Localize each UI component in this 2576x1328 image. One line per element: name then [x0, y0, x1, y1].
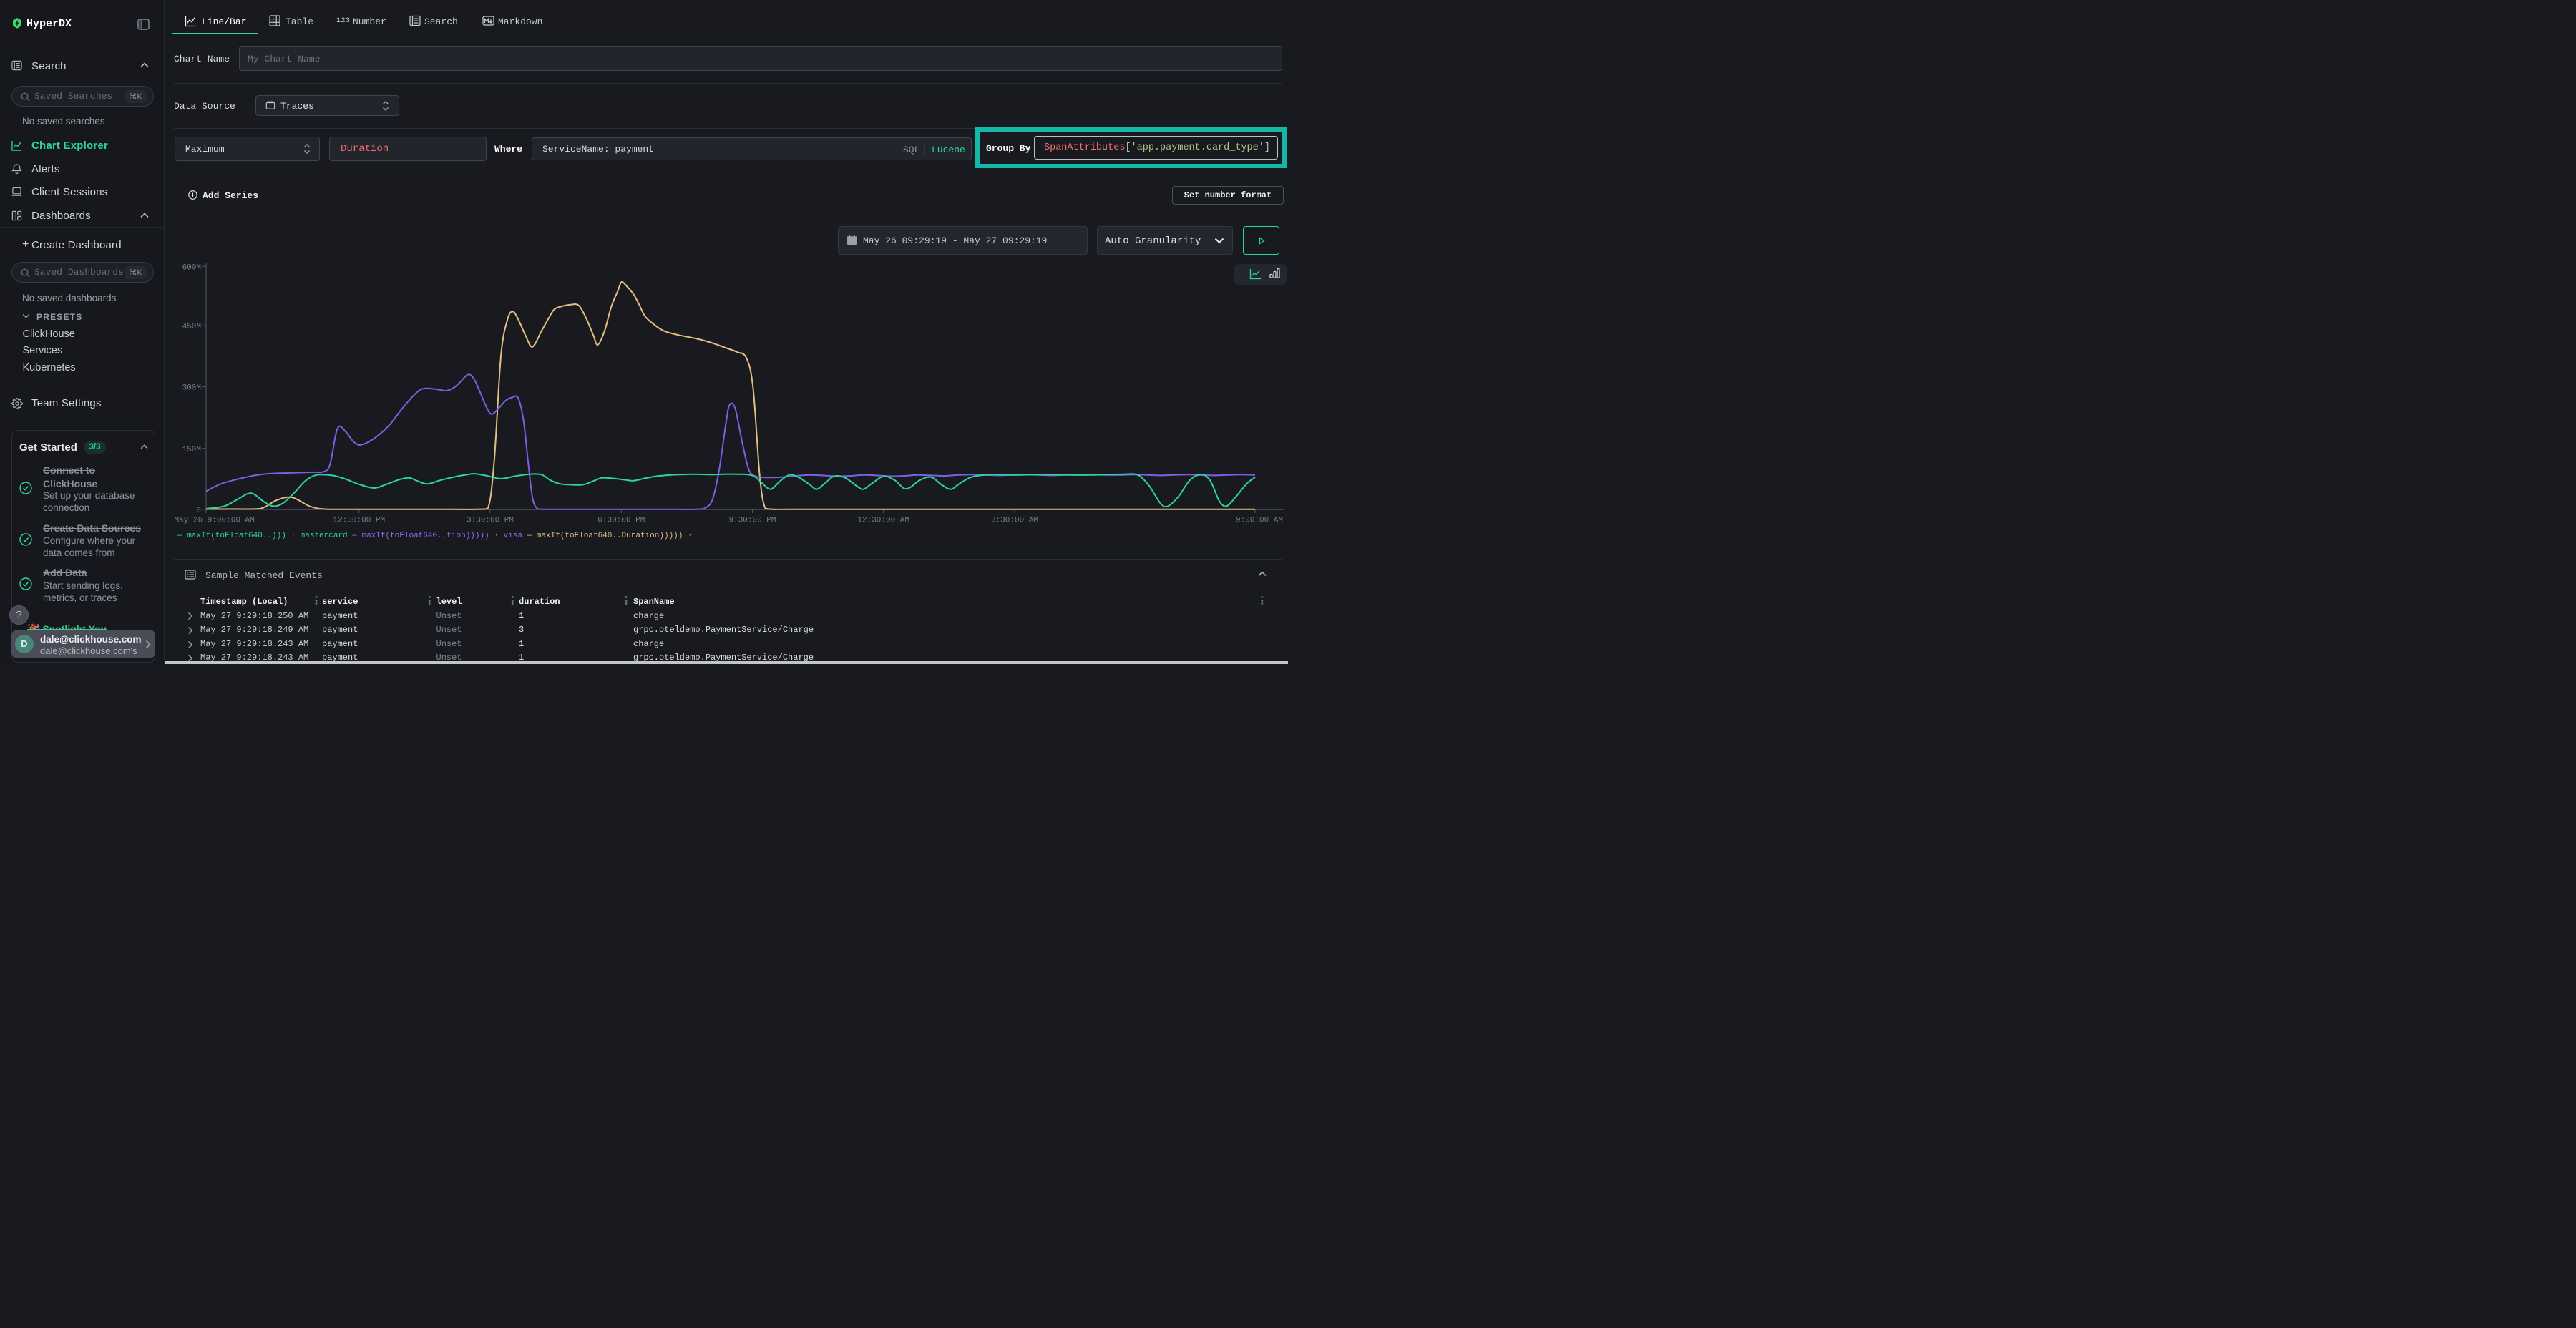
svg-text:3:30:00 AM: 3:30:00 AM: [991, 517, 1038, 525]
svg-text:12:30:00 AM: 12:30:00 AM: [857, 517, 909, 525]
svg-text:600M: 600M: [182, 263, 201, 272]
svg-text:9:00:00 AM: 9:00:00 AM: [1236, 517, 1283, 525]
svg-text:May 26 9:00:00 AM: May 26 9:00:00 AM: [175, 517, 255, 525]
svg-text:150M: 150M: [182, 446, 201, 454]
svg-text:450M: 450M: [182, 323, 201, 331]
svg-text:300M: 300M: [182, 384, 201, 393]
svg-text:6:30:00 PM: 6:30:00 PM: [597, 517, 645, 525]
svg-text:12:30:00 PM: 12:30:00 PM: [333, 517, 385, 525]
svg-text:3:30:00 PM: 3:30:00 PM: [467, 517, 514, 525]
svg-text:0: 0: [196, 507, 201, 515]
svg-text:9:30:00 PM: 9:30:00 PM: [728, 517, 776, 525]
